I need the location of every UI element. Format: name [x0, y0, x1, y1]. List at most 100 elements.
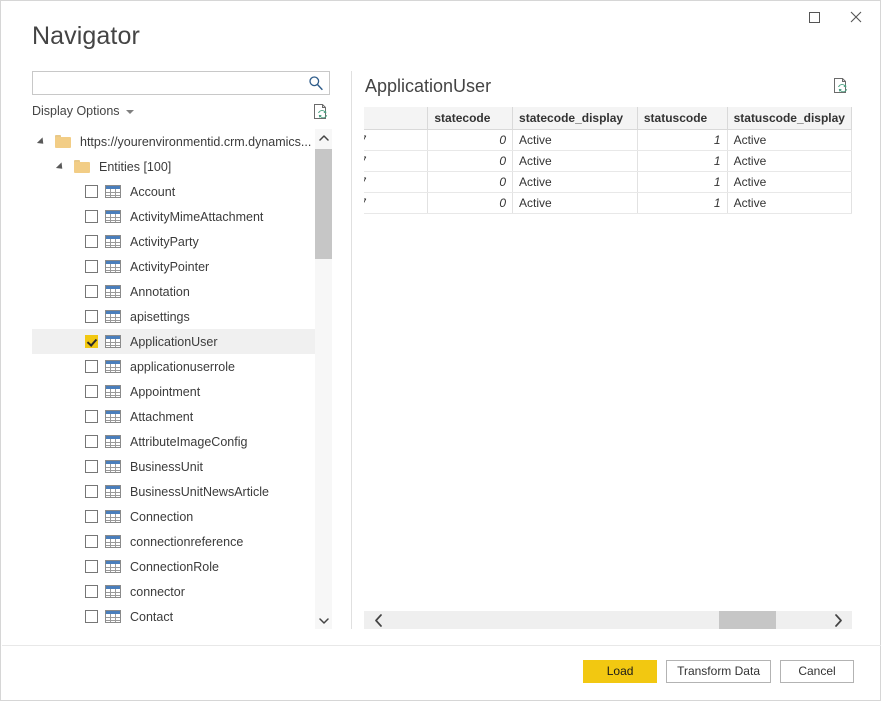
entity-tree[interactable]: https://yourenvironmentid.crm.dynamics..…: [32, 129, 332, 629]
table-icon: [105, 410, 121, 423]
tree-item-label: BusinessUnitNewsArticle: [130, 484, 269, 499]
table-cell: Active: [512, 171, 638, 193]
scroll-down-button[interactable]: [315, 612, 332, 629]
table-row[interactable]: :1db516670Active1Active: [364, 192, 852, 214]
tree-item-connectionreference[interactable]: connectionreference: [32, 529, 315, 554]
scroll-right-button[interactable]: [824, 611, 852, 629]
table-cell: 0: [427, 192, 514, 214]
tree-item-label: Connection: [130, 509, 194, 524]
entity-checkbox[interactable]: [85, 360, 98, 373]
table-icon: [105, 310, 121, 323]
column-header-statecode[interactable]: statecode: [427, 107, 514, 130]
preview-table-container[interactable]: statecode statecode_display statuscode stat…: [364, 107, 852, 214]
tree-item-businessunit[interactable]: BusinessUnit: [32, 454, 315, 479]
entity-checkbox[interactable]: [85, 560, 98, 573]
entity-checkbox[interactable]: [85, 385, 98, 398]
tree-item-attachment[interactable]: Attachment: [32, 404, 315, 429]
column-header-statecode_display[interactable]: statecode_display: [512, 107, 638, 130]
entity-checkbox[interactable]: [85, 535, 98, 548]
scroll-up-button[interactable]: [315, 129, 332, 146]
entity-checkbox[interactable]: [85, 260, 98, 273]
tree-item-businessunitnewsarticle[interactable]: BusinessUnitNewsArticle: [32, 479, 315, 504]
tree-item-label: Contact: [130, 609, 174, 624]
table-icon: [105, 360, 121, 373]
tree-vertical-scrollbar[interactable]: [315, 129, 332, 629]
entity-checkbox[interactable]: [85, 310, 98, 323]
chevron-up-icon: [318, 134, 329, 141]
tree-item-activityparty[interactable]: ActivityParty: [32, 229, 315, 254]
entity-checkbox[interactable]: [85, 285, 98, 298]
tree-item-connector[interactable]: connector: [32, 579, 315, 604]
table-icon: [105, 260, 121, 273]
entity-checkbox[interactable]: [85, 410, 98, 423]
tree-item-applicationuserrole[interactable]: applicationuserrole: [32, 354, 315, 379]
entity-checkbox[interactable]: [85, 510, 98, 523]
entity-checkbox[interactable]: [85, 185, 98, 198]
tree-item-activitypointer[interactable]: ActivityPointer: [32, 254, 315, 279]
tree-item-activitymimeattachment[interactable]: ActivityMimeAttachment: [32, 204, 315, 229]
refresh-preview-icon[interactable]: [832, 77, 850, 95]
tree-item-label: Appointment: [130, 384, 201, 399]
refresh-preview-icon[interactable]: [312, 103, 330, 121]
tree-item-apisettings[interactable]: apisettings: [32, 304, 315, 329]
close-button[interactable]: [835, 2, 877, 32]
entity-checkbox[interactable]: [85, 585, 98, 598]
expander-icon[interactable]: [57, 161, 68, 172]
tree-item-attributeimageconfig[interactable]: AttributeImageConfig: [32, 429, 315, 454]
table-icon: [105, 585, 121, 598]
table-cell: Active: [727, 129, 852, 151]
scrollbar-thumb[interactable]: [719, 611, 776, 629]
table-icon: [105, 235, 121, 248]
close-icon: [850, 11, 862, 23]
search-input[interactable]: [38, 72, 310, 96]
table-icon: [105, 435, 121, 448]
entity-checkbox[interactable]: [85, 435, 98, 448]
tree-item-contact[interactable]: Contact: [32, 604, 315, 629]
table-cell: Active: [727, 150, 852, 172]
maximize-button[interactable]: [793, 2, 835, 32]
entity-checkbox[interactable]: [85, 610, 98, 623]
tree-item-annotation[interactable]: Annotation: [32, 279, 315, 304]
entity-checkbox[interactable]: [85, 460, 98, 473]
transform-data-button[interactable]: Transform Data: [666, 660, 771, 683]
tree-item-appointment[interactable]: Appointment: [32, 379, 315, 404]
table-body: :1db516670Active1Active:1db516670Active1…: [364, 129, 852, 214]
tree-item-connection[interactable]: Connection: [32, 504, 315, 529]
tree-item-account[interactable]: Account: [32, 179, 315, 204]
scrollbar-thumb[interactable]: [315, 149, 332, 259]
table-icon: [105, 485, 121, 498]
entity-checkbox[interactable]: [85, 210, 98, 223]
maximize-icon: [808, 11, 820, 23]
table-cell: Active: [727, 171, 852, 193]
load-button[interactable]: Load: [583, 660, 658, 683]
tree-node-entities[interactable]: Entities [100]: [32, 154, 315, 179]
table-row[interactable]: :1db516670Active1Active: [364, 171, 852, 193]
search-icon[interactable]: [308, 75, 324, 91]
table-row[interactable]: :1db516670Active1Active: [364, 129, 852, 151]
entity-checkbox[interactable]: [85, 335, 98, 348]
table-header: statecode statecode_display statuscode stat…: [364, 107, 852, 130]
table-cell: 0: [427, 171, 514, 193]
cancel-button[interactable]: Cancel: [780, 660, 854, 683]
entity-checkbox[interactable]: [85, 485, 98, 498]
folder-icon: [55, 135, 71, 148]
tree-node-root[interactable]: https://yourenvironmentid.crm.dynamics..…: [32, 129, 315, 154]
table-icon: [105, 460, 121, 473]
column-header-statuscode[interactable]: statuscode: [637, 107, 728, 130]
column-header-statuscode_display[interactable]: statuscode_display: [727, 107, 852, 130]
display-options-label: Display Options: [32, 104, 120, 118]
column-header-key[interactable]: [364, 107, 429, 130]
display-options-button[interactable]: Display Options: [32, 104, 134, 118]
table-icon: [105, 560, 121, 573]
table-row[interactable]: :1db516670Active1Active: [364, 150, 852, 172]
tree-item-connectionrole[interactable]: ConnectionRole: [32, 554, 315, 579]
tree-node-label: Entities [100]: [99, 159, 172, 174]
expander-icon[interactable]: [38, 136, 49, 147]
tree-item-applicationuser[interactable]: ApplicationUser: [32, 329, 315, 354]
chevron-left-icon: [374, 613, 382, 627]
preview-horizontal-scrollbar[interactable]: [364, 611, 852, 629]
search-box[interactable]: [32, 71, 330, 96]
table-icon: [105, 510, 121, 523]
entity-checkbox[interactable]: [85, 235, 98, 248]
scroll-left-button[interactable]: [364, 611, 392, 629]
